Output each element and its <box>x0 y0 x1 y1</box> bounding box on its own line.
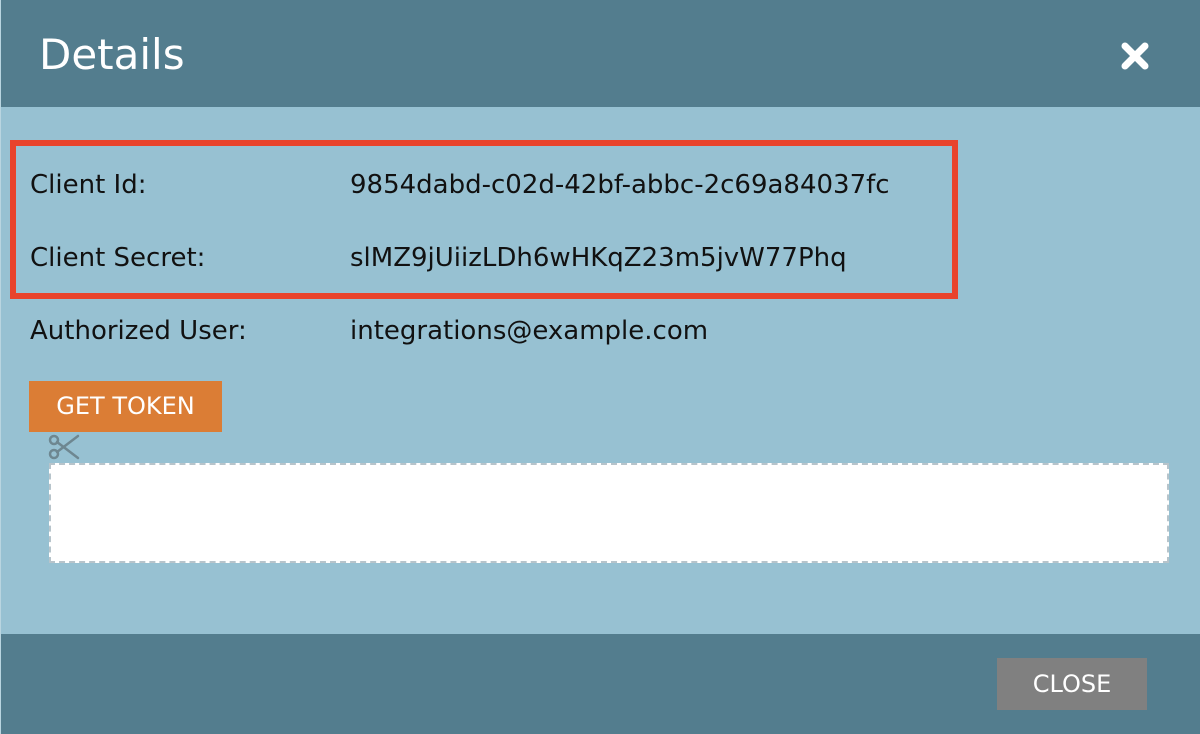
client-secret-value: slMZ9jUiizLDh6wHKqZ23m5jvW77Phq <box>350 243 847 273</box>
scissors-icon[interactable] <box>48 432 82 464</box>
dialog-header: Details <box>1 0 1200 107</box>
client-secret-label: Client Secret: <box>30 243 206 273</box>
token-output-field[interactable] <box>49 463 1169 563</box>
credentials-highlight <box>10 140 958 299</box>
authorized-user-value: integrations@example.com <box>350 316 709 346</box>
details-dialog: Details Client Id: 9854dabd-c02d-42bf-ab… <box>0 0 1200 734</box>
dialog-title: Details <box>39 30 185 79</box>
close-x-icon[interactable] <box>1117 38 1153 74</box>
get-token-button[interactable]: GET TOKEN <box>29 381 222 432</box>
client-id-label: Client Id: <box>30 170 147 200</box>
authorized-user-label: Authorized User: <box>30 316 247 346</box>
client-id-value: 9854dabd-c02d-42bf-abbc-2c69a84037fc <box>350 170 890 200</box>
close-button[interactable]: CLOSE <box>997 658 1147 710</box>
